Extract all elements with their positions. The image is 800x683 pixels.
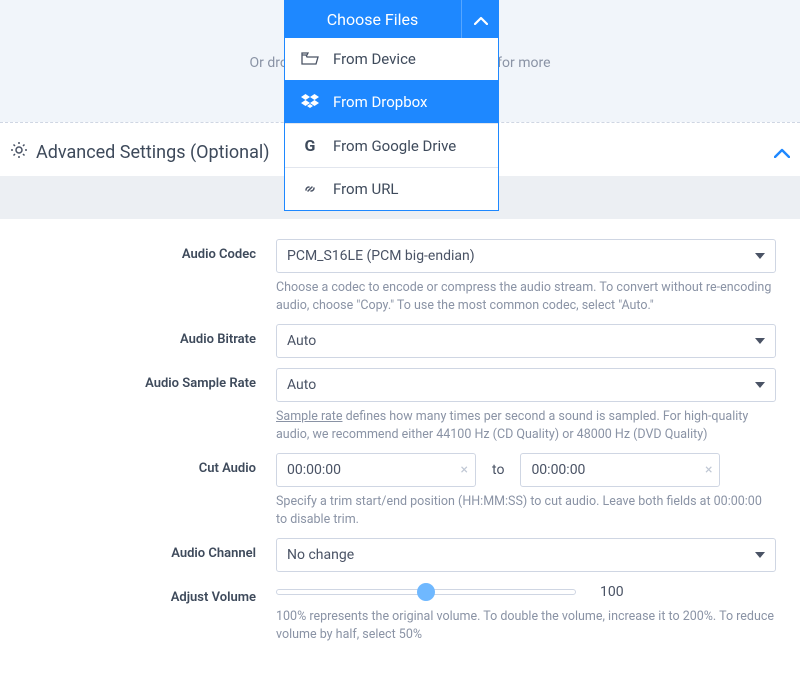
- sample-rate-help-rest: defines how many times per second a soun…: [276, 409, 748, 442]
- row-audio-channel: Audio Channel No change: [16, 538, 784, 572]
- folder-open-icon: [299, 52, 321, 66]
- menu-item-from-device[interactable]: From Device: [285, 38, 498, 80]
- upload-area: Or drop for more Choose Files: [0, 0, 800, 122]
- menu-item-label: From URL: [333, 180, 399, 198]
- drop-hint-right: for more: [497, 55, 550, 71]
- label-adjust-volume: Adjust Volume: [16, 582, 276, 605]
- label-audio-sample-rate: Audio Sample Rate: [16, 368, 276, 391]
- cut-to-label: to: [492, 462, 504, 478]
- input-cut-end[interactable]: [520, 453, 720, 487]
- choose-files-dropdown: Choose Files From Device From Dropbox: [284, 0, 499, 211]
- google-icon: G: [299, 136, 321, 155]
- label-audio-bitrate: Audio Bitrate: [16, 324, 276, 347]
- link-icon: [299, 181, 321, 197]
- close-icon[interactable]: ×: [461, 462, 468, 478]
- slider-adjust-volume[interactable]: [276, 582, 576, 602]
- help-audio-codec: Choose a codec to encode or compress the…: [276, 279, 776, 314]
- menu-item-label: From Dropbox: [333, 93, 428, 111]
- menu-item-label: From Device: [333, 50, 416, 68]
- row-audio-bitrate: Audio Bitrate Auto: [16, 324, 784, 358]
- slider-handle[interactable]: [417, 583, 435, 601]
- audio-options-form: Audio Codec PCM_S16LE (PCM big-endian) C…: [0, 219, 800, 683]
- label-audio-codec: Audio Codec: [16, 239, 276, 262]
- select-audio-sample-rate[interactable]: Auto: [276, 368, 776, 402]
- choose-files-chevron-button[interactable]: [461, 0, 499, 38]
- choose-files-label: Choose Files: [327, 10, 419, 29]
- row-adjust-volume: Adjust Volume 100 100% represents the or…: [16, 582, 784, 643]
- menu-item-from-dropbox[interactable]: From Dropbox: [285, 80, 498, 123]
- section-title: Advanced Settings (Optional): [36, 142, 270, 163]
- label-audio-channel: Audio Channel: [16, 538, 276, 561]
- select-audio-bitrate[interactable]: Auto: [276, 324, 776, 358]
- input-cut-start[interactable]: [276, 453, 476, 487]
- row-cut-audio: Cut Audio × to × Specify a trim start/en…: [16, 453, 784, 528]
- label-cut-audio: Cut Audio: [16, 453, 276, 476]
- slider-value-label: 100: [600, 584, 624, 600]
- row-audio-sample-rate: Audio Sample Rate Auto Sample rate defin…: [16, 368, 784, 443]
- chevron-up-icon: [774, 142, 790, 163]
- chevron-up-icon: [474, 10, 488, 29]
- choose-files-button[interactable]: Choose Files: [284, 0, 461, 38]
- help-adjust-volume: 100% represents the original volume. To …: [276, 608, 776, 643]
- choose-files-button-row: Choose Files: [284, 0, 499, 38]
- dropbox-icon: [299, 94, 321, 110]
- select-audio-codec[interactable]: PCM_S16LE (PCM big-endian): [276, 239, 776, 273]
- menu-item-from-url[interactable]: From URL: [285, 167, 498, 210]
- help-cut-audio: Specify a trim start/end position (HH:MM…: [276, 493, 776, 528]
- sample-rate-link[interactable]: Sample rate: [276, 409, 342, 424]
- select-audio-channel[interactable]: No change: [276, 538, 776, 572]
- help-audio-sample-rate: Sample rate defines how many times per s…: [276, 408, 776, 443]
- gear-icon: [10, 141, 28, 164]
- close-icon[interactable]: ×: [705, 462, 712, 478]
- choose-files-menu: From Device From Dropbox G From Google D…: [284, 38, 499, 211]
- row-audio-codec: Audio Codec PCM_S16LE (PCM big-endian) C…: [16, 239, 784, 314]
- menu-item-label: From Google Drive: [333, 137, 456, 155]
- menu-item-from-google-drive[interactable]: G From Google Drive: [285, 123, 498, 167]
